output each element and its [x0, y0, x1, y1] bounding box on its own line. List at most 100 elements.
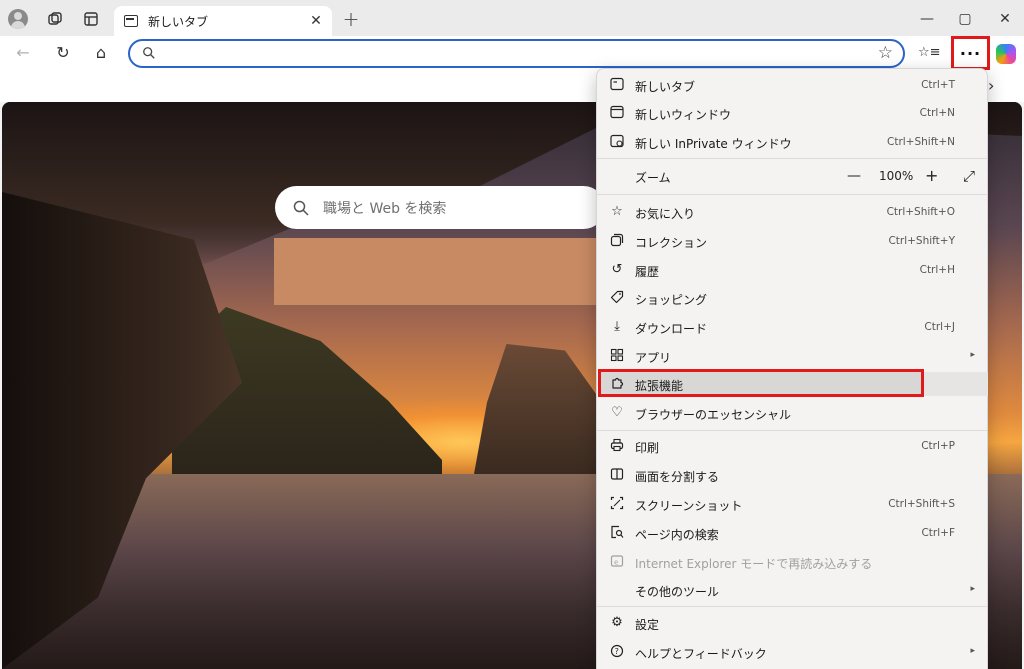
- chevron-right-icon[interactable]: ›: [988, 76, 994, 95]
- menu-item-label: 履歴: [635, 265, 660, 279]
- menu-item-new-window[interactable]: 新しいウィンドウ Ctrl+N: [601, 99, 985, 127]
- search-icon: [293, 200, 309, 216]
- menu-item-ie-mode: e Internet Explorer モードで再読み込みする: [601, 548, 985, 576]
- menu-item-shortcut: Ctrl+P: [921, 440, 955, 452]
- home-button[interactable]: ⌂: [90, 42, 112, 64]
- svg-text:?: ?: [615, 647, 619, 656]
- menu-item-label: 新しいウィンドウ: [635, 108, 732, 122]
- download-icon: ⤓: [614, 319, 620, 334]
- split-screen-icon: [609, 467, 625, 483]
- menu-item-browser-essentials[interactable]: ♡ ブラウザーのエッセンシャル: [601, 399, 985, 427]
- menu-item-shortcut: Ctrl+T: [921, 79, 955, 91]
- menu-item-label: ダウンロード: [635, 322, 708, 336]
- minimize-button[interactable]: —: [916, 8, 938, 30]
- zoom-value: 100%: [879, 169, 914, 183]
- favorites-icon[interactable]: ☆≡: [918, 42, 941, 64]
- menu-item-collections[interactable]: コレクション Ctrl+Shift+Y: [601, 227, 985, 255]
- menu-item-shortcut: Ctrl+J: [924, 321, 955, 333]
- add-favorite-star-icon[interactable]: ☆: [878, 44, 893, 63]
- menu-item-label: 設定: [635, 618, 660, 632]
- fullscreen-icon[interactable]: ⤢: [963, 168, 975, 184]
- favorites-icon: ☆: [611, 204, 623, 219]
- menu-item-settings[interactable]: ⚙ 設定: [601, 609, 985, 637]
- menu-divider: [597, 158, 987, 159]
- new-tab-icon: [609, 77, 625, 93]
- menu-item-shortcut: Ctrl+F: [921, 527, 955, 539]
- menu-item-downloads[interactable]: ⤓ ダウンロード Ctrl+J: [601, 313, 985, 341]
- tab-title: 新しいタブ: [148, 14, 209, 29]
- menu-item-shopping[interactable]: ショッピング: [601, 284, 985, 312]
- svg-text:e: e: [614, 559, 618, 567]
- apps-icon: [609, 348, 625, 364]
- zoom-in-button[interactable]: +: [925, 168, 938, 184]
- title-bar: 新しいタブ ✕ + — ▢ ✕: [0, 0, 1024, 36]
- tab-new-tab[interactable]: 新しいタブ ✕: [114, 6, 332, 36]
- shopping-tag-icon: [609, 290, 625, 306]
- new-tab-page-icon: [124, 15, 138, 27]
- tab-close-icon[interactable]: ✕: [308, 13, 324, 29]
- workspaces-icon[interactable]: [44, 8, 66, 30]
- screenshot-icon: [609, 496, 625, 512]
- promo-tile[interactable]: [274, 238, 604, 305]
- menu-item-label: ブラウザーのエッセンシャル: [635, 408, 792, 422]
- menu-item-find-on-page[interactable]: ページ内の検索 Ctrl+F: [601, 519, 985, 547]
- menu-item-split-screen[interactable]: 画面を分割する: [601, 461, 985, 489]
- close-window-button[interactable]: ✕: [994, 8, 1016, 30]
- menu-item-new-inprivate-window[interactable]: 新しい InPrivate ウィンドウ Ctrl+Shift+N: [601, 128, 985, 156]
- history-icon: ↺: [611, 262, 623, 277]
- web-search-box[interactable]: 職場と Web を検索: [275, 186, 605, 229]
- refresh-button[interactable]: ↻: [52, 42, 74, 64]
- menu-divider: [597, 194, 987, 195]
- menu-item-shortcut: Ctrl+Shift+S: [888, 498, 955, 510]
- menu-item-label: 新しいタブ: [635, 80, 696, 94]
- menu-item-shortcut: Ctrl+H: [919, 264, 955, 276]
- menu-item-label: 印刷: [635, 441, 660, 455]
- menu-item-shortcut: Ctrl+Shift+N: [887, 136, 955, 148]
- menu-item-print[interactable]: 印刷 Ctrl+P: [601, 432, 985, 460]
- copilot-icon[interactable]: [996, 44, 1016, 64]
- heart-pulse-icon: ♡: [611, 405, 623, 420]
- menu-item-help-feedback[interactable]: ? ヘルプとフィードバック ▸: [601, 638, 985, 666]
- menu-item-label: スクリーンショット: [635, 499, 743, 513]
- menu-item-label: ショッピング: [635, 293, 708, 307]
- menu-item-zoom: ズーム — 100% + ⤢: [601, 162, 985, 190]
- menu-item-more-tools[interactable]: その他のツール ▸: [601, 576, 985, 604]
- menu-item-shortcut: Ctrl+Shift+O: [886, 206, 955, 218]
- menu-item-history[interactable]: ↺ 履歴 Ctrl+H: [601, 256, 985, 284]
- print-icon: [609, 438, 625, 454]
- search-icon: [143, 47, 155, 59]
- settings-and-more-button[interactable]: ···: [951, 36, 990, 70]
- menu-item-favorites[interactable]: ☆ お気に入り Ctrl+Shift+O: [601, 198, 985, 226]
- menu-item-apps[interactable]: アプリ ▸: [601, 342, 985, 370]
- ie-mode-icon: e: [609, 554, 625, 570]
- menu-item-label: コレクション: [635, 236, 708, 250]
- new-tab-button[interactable]: +: [340, 7, 362, 31]
- profile-avatar-icon[interactable]: [8, 9, 28, 29]
- zoom-out-button[interactable]: —: [847, 168, 861, 184]
- maximize-button[interactable]: ▢: [954, 8, 976, 30]
- menu-divider: [597, 606, 987, 607]
- menu-item-label: 新しい InPrivate ウィンドウ: [635, 137, 792, 151]
- search-placeholder: 職場と Web を検索: [323, 200, 447, 217]
- menu-item-label: 画面を分割する: [635, 470, 720, 484]
- submenu-arrow-icon: ▸: [970, 350, 975, 360]
- extensions-highlight-box: [598, 369, 924, 397]
- window-icon: [609, 105, 625, 121]
- menu-item-label: ヘルプとフィードバック: [635, 647, 767, 661]
- menu-item-new-tab[interactable]: 新しいタブ Ctrl+T: [601, 71, 985, 99]
- menu-item-screenshot[interactable]: スクリーンショット Ctrl+Shift+S: [601, 490, 985, 518]
- back-button[interactable]: ←: [12, 42, 34, 64]
- vertical-tabs-icon[interactable]: [80, 8, 102, 30]
- find-in-page-icon: [609, 525, 625, 541]
- menu-item-label: その他のツール: [635, 585, 720, 599]
- inprivate-icon: [609, 134, 625, 150]
- menu-item-shortcut: Ctrl+Shift+Y: [888, 235, 955, 247]
- address-bar[interactable]: ☆: [128, 39, 905, 68]
- menu-item-label: ページ内の検索: [635, 528, 719, 542]
- menu-item-label: お気に入り: [635, 207, 696, 221]
- menu-item-label: ズーム: [635, 171, 671, 185]
- sea-rock-shape: [474, 344, 604, 474]
- menu-item-shortcut: Ctrl+N: [919, 107, 955, 119]
- menu-item-label: Internet Explorer モードで再読み込みする: [635, 557, 873, 571]
- menu-item-label: アプリ: [635, 351, 672, 365]
